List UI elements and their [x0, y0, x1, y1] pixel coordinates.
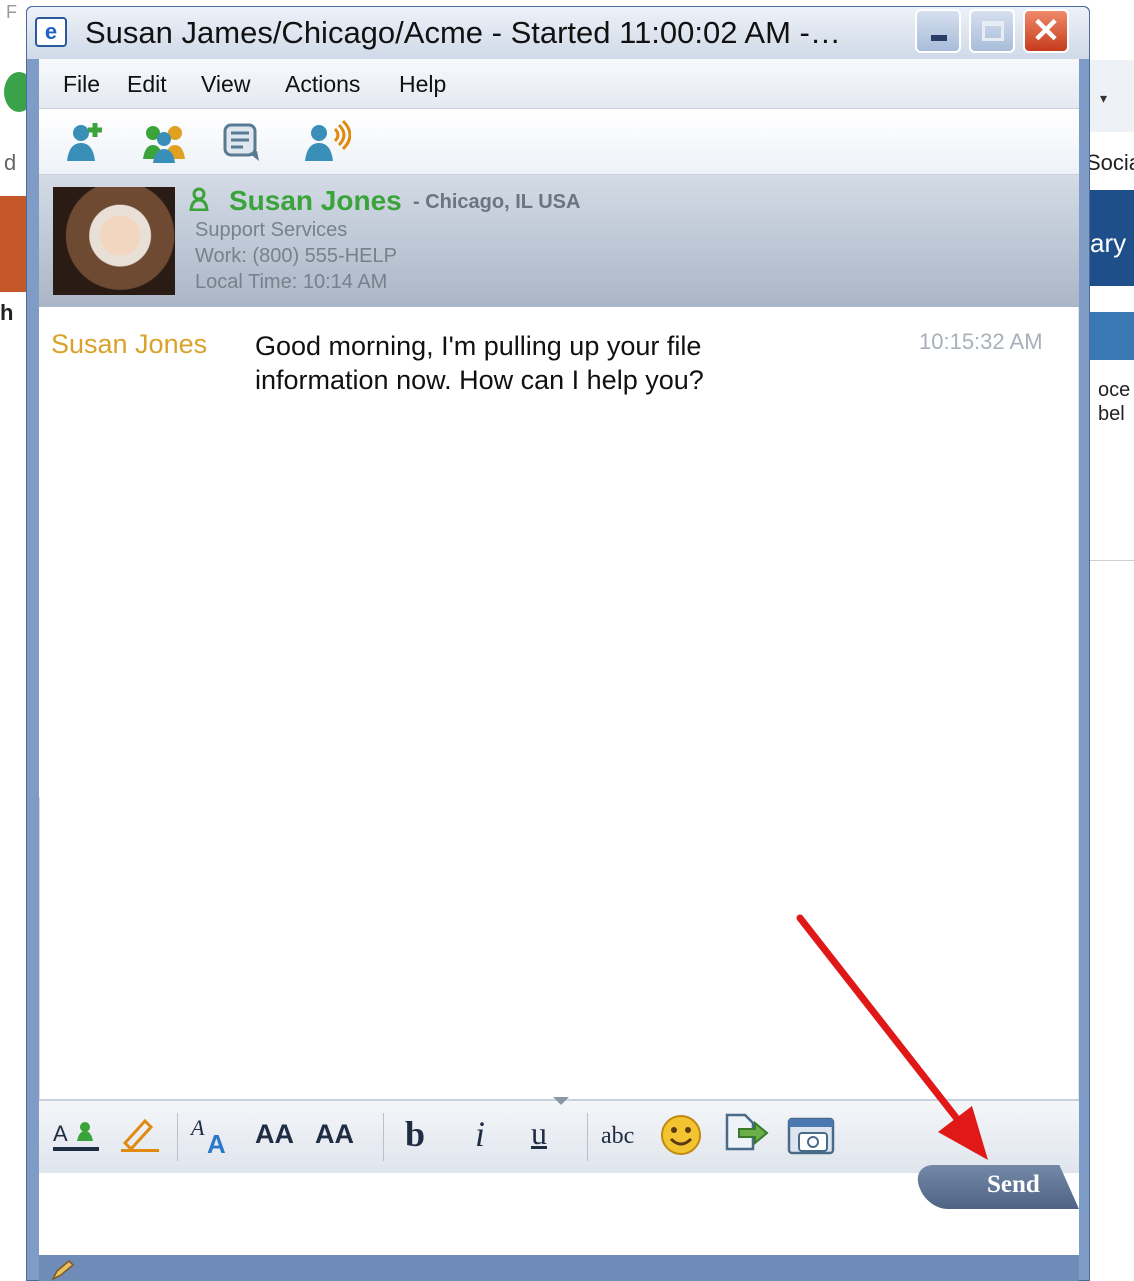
window-title: Susan James/Chicago/Acme - Started 11:00… — [85, 15, 841, 50]
toolbar-divider — [383, 1113, 384, 1161]
background-text: ary — [1090, 228, 1127, 258]
contact-local-time: Local Time: 10:14 AM — [195, 271, 388, 293]
contact-name: Susan Jones — [229, 185, 402, 216]
toolbar-divider — [177, 1113, 178, 1161]
background-header — [1086, 312, 1134, 360]
contact-department: Support Services — [195, 219, 348, 241]
font-icon[interactable]: A A — [189, 1113, 237, 1157]
message-timestamp: 10:15:32 AM — [919, 329, 1043, 354]
group-icon[interactable] — [139, 119, 189, 165]
background-toolbar — [1086, 60, 1134, 132]
contact-card: Susan Jones - Chicago, IL USA Support Se… — [39, 175, 1079, 307]
splitter-handle[interactable] — [553, 1097, 569, 1105]
background-text: F — [6, 2, 17, 22]
presence-icon — [189, 187, 209, 211]
contact-phone: Work: (800) 555-HELP — [195, 245, 397, 267]
add-contact-icon[interactable] — [61, 119, 111, 165]
title-bar[interactable]: e Susan James/Chicago/Acme - Started 11:… — [27, 7, 1089, 59]
background-banner: ary — [1086, 190, 1134, 286]
shrink-font-button[interactable]: AA — [315, 1119, 354, 1150]
pencil-icon — [51, 1259, 75, 1281]
background-text: Socia — [1086, 150, 1134, 175]
emoticon-icon[interactable] — [659, 1113, 703, 1157]
avatar — [53, 187, 175, 295]
maximize-icon — [982, 21, 1004, 41]
status-bar — [39, 1255, 1079, 1281]
svg-text:A: A — [189, 1115, 205, 1140]
menu-edit[interactable]: Edit — [127, 71, 167, 98]
highlight-icon[interactable] — [117, 1115, 163, 1155]
background-text: oce bel — [1098, 379, 1131, 425]
chat-history-icon[interactable] — [219, 119, 269, 165]
app-icon: e — [35, 17, 67, 47]
voice-call-icon[interactable] — [301, 119, 351, 165]
menu-actions[interactable]: Actions — [285, 71, 360, 98]
spell-check-button[interactable]: abc — [601, 1123, 634, 1150]
font-color-icon[interactable]: A — [51, 1115, 103, 1155]
message-text: Good morning, I'm pulling up your file i… — [255, 331, 704, 395]
underline-button[interactable]: u — [531, 1115, 547, 1152]
menu-view[interactable]: View — [201, 71, 250, 98]
message-history[interactable]: Susan Jones Good morning, I'm pulling up… — [39, 307, 1079, 1107]
send-button-label[interactable]: Send — [987, 1171, 1040, 1199]
svg-text:A: A — [207, 1129, 226, 1157]
toolbar-divider — [587, 1113, 588, 1161]
menu-help[interactable]: Help — [399, 71, 446, 98]
contact-location: - Chicago, IL USA — [413, 191, 581, 213]
bold-button[interactable]: b — [405, 1113, 425, 1155]
message-sender: Susan Jones — [51, 329, 208, 359]
pane-divider — [39, 797, 40, 1107]
close-icon: ✕ — [1031, 12, 1061, 50]
minimize-icon — [931, 35, 947, 41]
format-toolbar: A A A AA AA b i u abc — [39, 1097, 1079, 1173]
file-transfer-icon[interactable] — [721, 1111, 769, 1155]
close-button[interactable]: ✕ — [1023, 9, 1069, 53]
menu-bar: File Edit View Actions Help — [39, 59, 1079, 109]
background-text: d — [4, 150, 17, 175]
background-window-left: F d h — [0, 0, 34, 1281]
chat-window: e Susan James/Chicago/Acme - Started 11:… — [26, 6, 1090, 1281]
background-text: h — [0, 300, 14, 325]
italic-button[interactable]: i — [475, 1113, 485, 1155]
background-window-right: ▾ Socia ary ocebel — [1086, 0, 1134, 1281]
minimize-button[interactable] — [915, 9, 961, 53]
background-dropdown-icon: ▾ — [1100, 90, 1108, 106]
background-divider — [1086, 560, 1134, 561]
chat-content: File Edit View Actions Help Susan Jones … — [39, 59, 1079, 1281]
background-banner — [0, 196, 28, 292]
maximize-button[interactable] — [969, 9, 1015, 53]
screen-capture-icon[interactable] — [785, 1115, 837, 1157]
svg-text:A: A — [53, 1121, 68, 1146]
toolbar — [39, 109, 1079, 175]
menu-file[interactable]: File — [63, 71, 100, 98]
grow-font-button[interactable]: AA — [255, 1119, 294, 1150]
